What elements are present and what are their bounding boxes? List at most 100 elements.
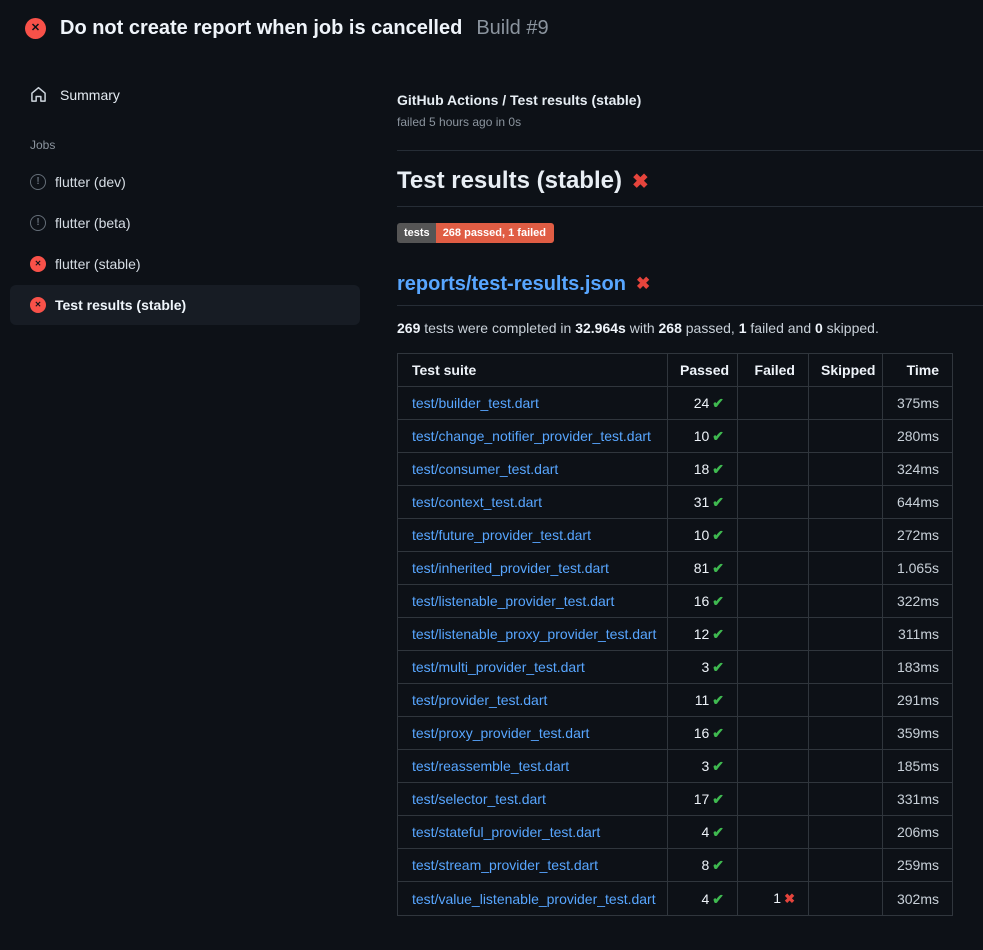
test-suite-link[interactable]: test/change_notifier_provider_test.dart — [412, 428, 651, 444]
failed-cell — [738, 783, 809, 816]
col-passed: Passed — [668, 354, 738, 387]
test-suite-link[interactable]: test/selector_test.dart — [412, 791, 546, 807]
table-row: test/listenable_provider_test.dart16✔322… — [398, 585, 953, 618]
summary-text: failed and — [747, 320, 816, 336]
test-suite-link[interactable]: test/builder_test.dart — [412, 395, 539, 411]
failed-cell — [738, 618, 809, 651]
cross-mark-icon: ✖ — [636, 274, 650, 294]
passed-cell: 3✔ — [668, 750, 738, 783]
time-cell: 272ms — [883, 519, 953, 552]
count-value: 18 — [694, 461, 710, 477]
time-cell: 183ms — [883, 651, 953, 684]
skipped-cell — [809, 453, 883, 486]
job-neutral-icon: ! — [30, 174, 46, 190]
test-suite-link[interactable]: test/proxy_provider_test.dart — [412, 725, 589, 741]
test-suite-link[interactable]: test/multi_provider_test.dart — [412, 659, 585, 675]
suite-cell: test/inherited_provider_test.dart — [398, 552, 668, 585]
breadcrumb: GitHub Actions / Test results (stable) — [397, 91, 983, 109]
table-row: test/future_provider_test.dart 10✔ 272ms — [398, 519, 953, 552]
test-suite-link[interactable]: test/stateful_provider_test.dart — [412, 824, 600, 840]
count-value: 31 — [694, 494, 710, 510]
count-value: 4 — [701, 891, 709, 907]
skipped-cell — [809, 618, 883, 651]
check-icon: ✔ — [712, 791, 724, 807]
skipped-cell — [809, 519, 883, 552]
total-count: 269 — [397, 320, 420, 336]
count-value: 8 — [701, 857, 709, 873]
failed-cell — [738, 849, 809, 882]
test-suite-link[interactable]: test/listenable_provider_test.dart — [412, 593, 614, 609]
failed-cell — [738, 519, 809, 552]
suite-cell: test/provider_test.dart — [398, 684, 668, 717]
summary-text: tests were completed in — [420, 320, 575, 336]
sidebar-item-summary[interactable]: Summary — [0, 76, 370, 113]
sidebar-item-label: flutter (stable) — [55, 256, 141, 272]
table-row: test/stream_provider_test.dart8✔259ms — [398, 849, 953, 882]
duration: 32.964s — [575, 320, 626, 336]
job-failed-icon: ✕ — [30, 256, 46, 272]
table-row: test/value_listenable_provider_test.dart… — [398, 882, 953, 916]
table-row: test/selector_test.dart 17✔ 331ms — [398, 783, 953, 816]
suite-cell: test/stateful_provider_test.dart — [398, 816, 668, 849]
test-suite-link[interactable]: test/context_test.dart — [412, 494, 542, 510]
passed-cell: 4✔ — [668, 816, 738, 849]
suite-cell: test/proxy_provider_test.dart — [398, 717, 668, 750]
test-suite-link[interactable]: test/future_provider_test.dart — [412, 527, 591, 543]
time-cell: 375ms — [883, 387, 953, 420]
test-suite-link[interactable]: test/listenable_proxy_provider_test.dart — [412, 626, 656, 642]
run-header: ✕ Do not create report when job is cance… — [0, 0, 983, 50]
sidebar-item-flutter-beta[interactable]: ! flutter (beta) — [10, 203, 360, 243]
count-value: 12 — [694, 626, 710, 642]
table-row: test/consumer_test.dart18✔324ms — [398, 453, 953, 486]
suite-cell: test/context_test.dart — [398, 486, 668, 519]
table-row: test/inherited_provider_test.dart81✔1.06… — [398, 552, 953, 585]
sidebar-item-flutter-dev[interactable]: ! flutter (dev) — [10, 162, 360, 202]
suite-cell: test/multi_provider_test.dart — [398, 651, 668, 684]
passed-cell: 31✔ — [668, 486, 738, 519]
count-value: 4 — [701, 824, 709, 840]
test-suite-link[interactable]: test/provider_test.dart — [412, 692, 547, 708]
time-cell: 331ms — [883, 783, 953, 816]
passed-cell: 17✔ — [668, 783, 738, 816]
skipped-cell — [809, 486, 883, 519]
failed-cell — [738, 387, 809, 420]
test-suite-link[interactable]: test/reassemble_test.dart — [412, 758, 569, 774]
suite-cell: test/listenable_provider_test.dart — [398, 585, 668, 618]
test-suite-link[interactable]: test/inherited_provider_test.dart — [412, 560, 609, 576]
time-cell: 644ms — [883, 486, 953, 519]
badge-label: tests — [397, 223, 436, 243]
sidebar-item-test-results-stable[interactable]: ✕ Test results (stable) — [10, 285, 360, 325]
skipped-cell — [809, 849, 883, 882]
results-table: Test suite Passed Failed Skipped Time te… — [397, 353, 953, 916]
skipped-cell — [809, 783, 883, 816]
passed-cell: 10✔ — [668, 519, 738, 552]
suite-cell: test/future_provider_test.dart — [398, 519, 668, 552]
report-file-link[interactable]: reports/test-results.json — [397, 272, 626, 296]
test-suite-link[interactable]: test/value_listenable_provider_test.dart — [412, 891, 656, 907]
results-table-body: test/builder_test.dart24✔375ms test/chang… — [398, 387, 953, 916]
suite-cell: test/reassemble_test.dart — [398, 750, 668, 783]
col-skipped: Skipped — [809, 354, 883, 387]
run-failed-icon: ✕ — [25, 18, 46, 39]
table-header-row: Test suite Passed Failed Skipped Time — [398, 354, 953, 387]
failed-cell — [738, 552, 809, 585]
table-row: test/context_test.dart 31✔ 644ms — [398, 486, 953, 519]
sidebar-item-flutter-stable[interactable]: ✕ flutter (stable) — [10, 244, 360, 284]
failed-cell — [738, 651, 809, 684]
test-suite-link[interactable]: test/consumer_test.dart — [412, 461, 558, 477]
skipped-count: 0 — [815, 320, 823, 336]
divider — [397, 150, 983, 151]
suite-cell: test/builder_test.dart — [398, 387, 668, 420]
passed-cell: 3✔ — [668, 651, 738, 684]
col-test-suite: Test suite — [398, 354, 668, 387]
test-suite-link[interactable]: test/stream_provider_test.dart — [412, 857, 598, 873]
count-value: 10 — [694, 428, 710, 444]
table-row: test/builder_test.dart24✔375ms — [398, 387, 953, 420]
check-icon: ✔ — [712, 891, 724, 907]
count-value: 81 — [694, 560, 710, 576]
home-icon — [30, 86, 47, 103]
passed-cell: 12✔ — [668, 618, 738, 651]
section-title: Test results (stable) — [397, 166, 622, 196]
check-icon: ✔ — [712, 560, 724, 576]
table-row: test/proxy_provider_test.dart16✔359ms — [398, 717, 953, 750]
